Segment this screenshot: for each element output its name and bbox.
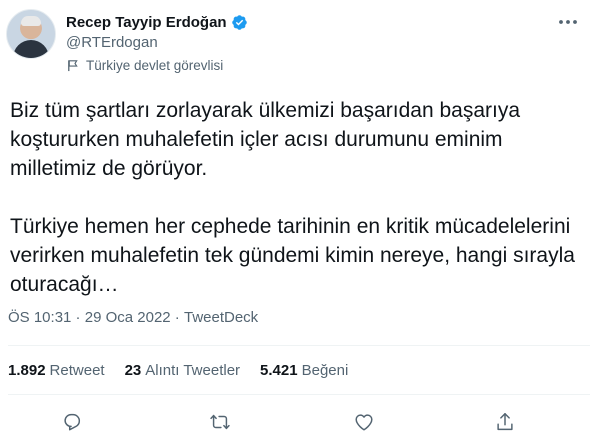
avatar-suit xyxy=(13,40,49,58)
retweet-icon xyxy=(210,414,230,430)
more-dots xyxy=(559,20,577,24)
avatar-hair xyxy=(21,16,41,26)
like-label: Beğeni xyxy=(301,362,349,379)
share-icon xyxy=(497,413,513,431)
like-count: 5.421 xyxy=(260,362,298,379)
tweet-source[interactable]: TweetDeck xyxy=(184,309,258,326)
tweet-text: Biz tüm şartları zorlayarak ülkemizi baş… xyxy=(10,99,575,296)
retweet-label: Retweet xyxy=(49,362,105,379)
tweet-date[interactable]: 29 Oca 2022 xyxy=(85,309,171,326)
account-label-text: Türkiye devlet görevlisi xyxy=(86,58,224,73)
like-icon xyxy=(355,414,373,431)
retweet-count: 1.892 xyxy=(8,362,46,379)
meta-separator: · xyxy=(71,309,85,326)
verified-badge-icon xyxy=(231,14,247,30)
flag-icon xyxy=(68,60,78,72)
avatar[interactable] xyxy=(6,9,56,59)
quote-label: Alıntı Tweetler xyxy=(145,362,241,379)
tweet-card: Recep Tayyip Erdoğan @RTErdogan Türkiye … xyxy=(0,0,597,448)
author-name[interactable]: Recep Tayyip Erdoğan xyxy=(66,14,227,31)
tweet-metadata: ÖS 10:31 · 29 Oca 2022 · TweetDeck xyxy=(8,309,258,326)
meta-separator-2: · xyxy=(170,309,184,326)
tweet-time[interactable]: ÖS 10:31 xyxy=(8,309,71,326)
author-handle[interactable]: @RTErdogan xyxy=(66,34,158,51)
more-icon[interactable] xyxy=(556,12,580,32)
retweet-button[interactable] xyxy=(208,410,232,434)
quote-count: 23 xyxy=(124,362,142,379)
like-button[interactable] xyxy=(352,410,376,434)
account-label: Türkiye devlet görevlisi xyxy=(66,58,223,73)
divider-top xyxy=(8,345,590,346)
tweet-stats: 1.892 Retweet 23 Alıntı Tweetler 5.421 Beğe… xyxy=(8,362,368,379)
share-button[interactable] xyxy=(493,410,517,434)
quote-count-link[interactable]: 23 Alıntı Tweetler xyxy=(125,362,240,379)
retweet-count-link[interactable]: 1.892 Retweet xyxy=(8,362,105,379)
reply-button[interactable] xyxy=(60,410,84,434)
reply-icon xyxy=(64,413,81,431)
tweet-actions xyxy=(0,404,597,440)
divider-bottom xyxy=(8,394,590,395)
author-name-row[interactable]: Recep Tayyip Erdoğan xyxy=(66,12,248,32)
like-count-link[interactable]: 5.421 Beğeni xyxy=(260,362,348,379)
